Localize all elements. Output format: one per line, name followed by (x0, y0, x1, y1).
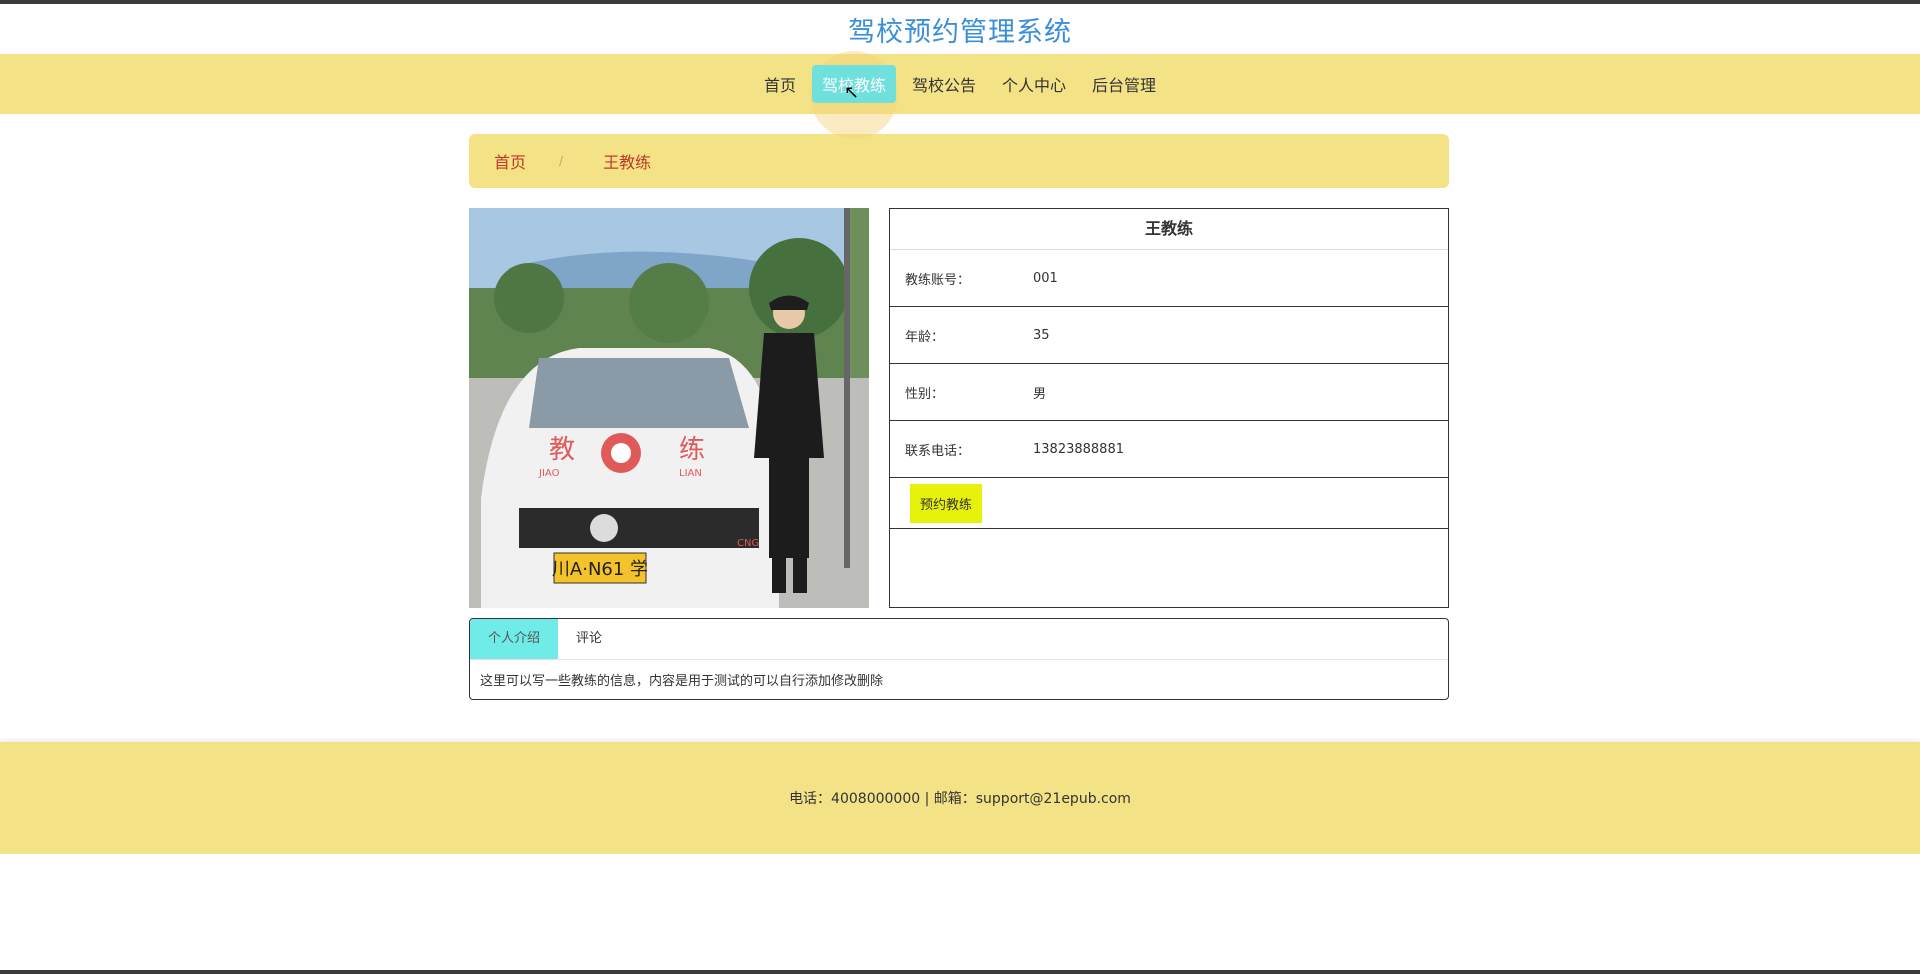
tab-comments[interactable]: 评论 (558, 619, 620, 659)
window-top-border (0, 0, 1920, 4)
info-value-account: 001 (1033, 270, 1058, 286)
window-bottom-border (0, 970, 1920, 974)
nav-item-admin[interactable]: 后台管理 (1082, 65, 1166, 103)
nav-item-profile[interactable]: 个人中心 (992, 65, 1076, 103)
car-text-right: 练 (679, 435, 705, 465)
info-row-age: 年龄： 35 (890, 307, 1448, 364)
site-title: 驾校预约管理系统 (848, 17, 1072, 48)
info-label-phone: 联系电话： (905, 443, 971, 459)
coach-photo-illustration: 川A·N61 学 教 练 JIAO LIAN CNG (469, 208, 869, 608)
info-label-account: 教练账号： (905, 272, 971, 288)
breadcrumb-home-link[interactable]: 首页 (494, 149, 526, 173)
mouse-cursor-icon: ↖ (844, 82, 860, 103)
info-label-gender: 性别： (905, 386, 945, 402)
breadcrumb-separator: / (559, 154, 564, 168)
info-value-gender: 男 (1033, 386, 1047, 402)
breadcrumb: 首页 / 王教练 (469, 134, 1449, 188)
info-row-phone: 联系电话： 13823888881 (890, 421, 1448, 478)
coach-tabs: 个人介绍 评论 这里可以写一些教练的信息，内容是用于测试的可以自行添加修改删除 (469, 618, 1449, 700)
info-label-age: 年龄： (905, 329, 945, 345)
action-row: 预约教练 (890, 478, 1448, 529)
tab-content: 这里可以写一些教练的信息，内容是用于测试的可以自行添加修改删除 (480, 674, 884, 689)
coach-name: 王教练 (890, 209, 1448, 250)
info-row-gender: 性别： 男 (890, 364, 1448, 421)
car-text-left: 教 (549, 435, 575, 465)
nav-item-home[interactable]: 首页 (754, 65, 806, 103)
footer: 电话：4008000000 | 邮箱：support@21epub.com (0, 742, 1920, 854)
coach-photo: 川A·N61 学 教 练 JIAO LIAN CNG (469, 208, 869, 608)
info-row-account: 教练账号： 001 (890, 250, 1448, 307)
book-coach-button[interactable]: 预约教练 (910, 483, 983, 523)
info-value-age: 35 (1033, 327, 1050, 343)
car-text-cng: CNG (737, 538, 759, 549)
license-plate-text: 川A·N61 学 (552, 559, 648, 580)
car-text-pinyin-left: JIAO (538, 468, 560, 479)
footer-contact: 电话：4008000000 | 邮箱：support@21epub.com (789, 791, 1131, 807)
coach-info-card: 王教练 教练账号： 001 年龄： 35 性别： 男 联系电话： 1382388… (889, 208, 1449, 608)
tab-bar: 个人介绍 评论 (470, 619, 1448, 660)
breadcrumb-current: 王教练 (603, 153, 652, 172)
main-nav: 首页 驾校教练 驾校公告 个人中心 后台管理 (0, 51, 1920, 139)
nav-item-notices[interactable]: 驾校公告 (902, 65, 986, 103)
tab-introduction[interactable]: 个人介绍 (470, 619, 559, 659)
info-value-phone: 13823888881 (1033, 441, 1124, 457)
car-text-pinyin-right: LIAN (679, 468, 702, 479)
